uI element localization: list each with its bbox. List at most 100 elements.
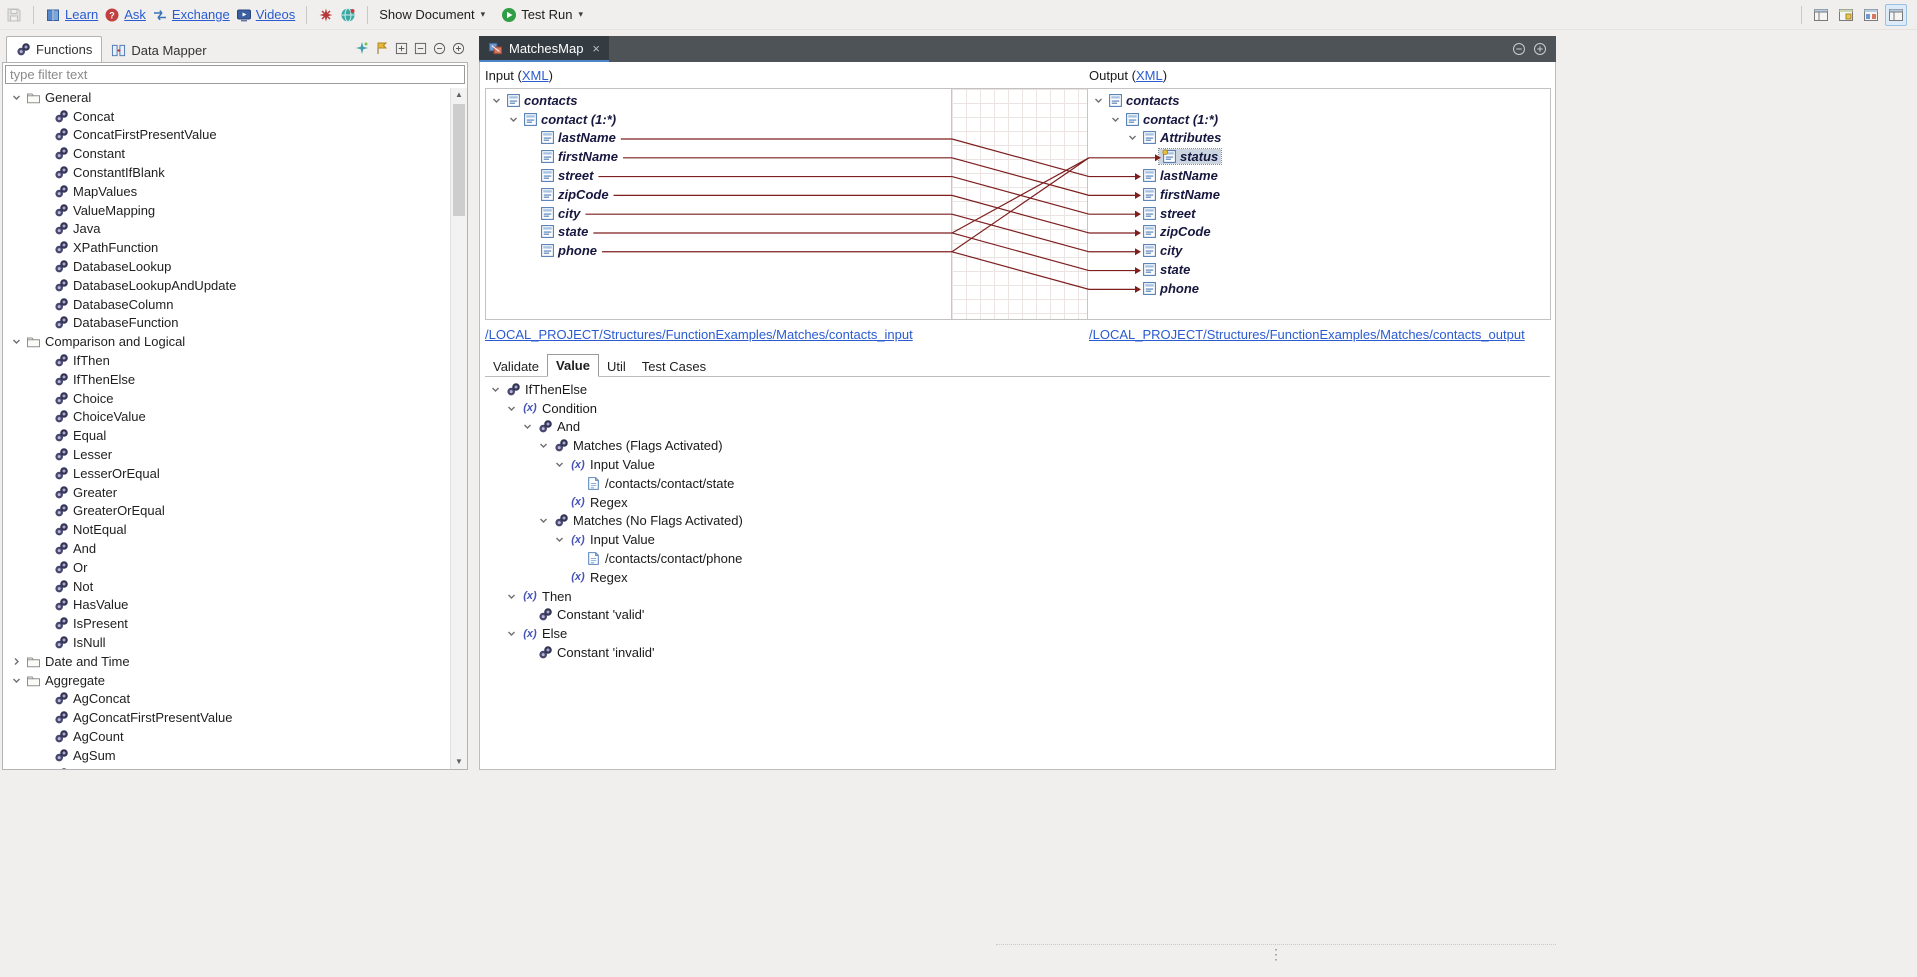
expand-all-icon[interactable] bbox=[395, 42, 408, 55]
function-item[interactable]: IfThenElse bbox=[3, 370, 450, 389]
value-tree-row[interactable]: Constant 'valid' bbox=[485, 606, 1553, 625]
test-run-label[interactable]: Test Run bbox=[521, 7, 572, 22]
function-item[interactable]: AgSum bbox=[3, 746, 450, 765]
videos-link-label[interactable]: Videos bbox=[256, 7, 296, 22]
schema-node[interactable]: phone bbox=[486, 241, 951, 260]
function-item[interactable]: Not bbox=[3, 577, 450, 596]
mapping-canvas[interactable] bbox=[951, 89, 1088, 319]
schema-node[interactable]: zipCode bbox=[1088, 223, 1550, 242]
close-icon[interactable]: × bbox=[592, 41, 600, 56]
function-item[interactable]: Choice bbox=[3, 389, 450, 408]
value-tree-row[interactable]: (x)Else bbox=[485, 624, 1553, 643]
maximize-icon[interactable] bbox=[1533, 42, 1547, 56]
chevron-icon[interactable] bbox=[508, 114, 519, 125]
value-tree-row[interactable]: (x)Input Value bbox=[485, 455, 1553, 474]
chevron-icon[interactable] bbox=[1093, 95, 1104, 106]
chevron-icon[interactable] bbox=[538, 440, 549, 451]
schema-node[interactable]: street bbox=[486, 166, 951, 185]
current-perspective-button[interactable] bbox=[1885, 4, 1907, 26]
collapse-all-icon[interactable] bbox=[414, 42, 427, 55]
input-xml-link[interactable]: XML bbox=[522, 68, 549, 83]
function-item[interactable]: ChoiceValue bbox=[3, 408, 450, 427]
test-run-button[interactable]: Test Run ▾ bbox=[501, 7, 583, 23]
scroll-up-icon[interactable]: ▲ bbox=[451, 89, 467, 101]
chevron-down-icon[interactable]: ▾ bbox=[481, 9, 486, 20]
tab-functions[interactable]: Functions bbox=[6, 36, 102, 62]
save-icon[interactable] bbox=[6, 7, 22, 23]
filter-input[interactable] bbox=[5, 65, 465, 84]
chevron-icon[interactable] bbox=[554, 459, 565, 470]
function-item[interactable]: Java bbox=[3, 220, 450, 239]
chevron-down-icon[interactable]: ▾ bbox=[579, 9, 584, 20]
schema-node[interactable]: state bbox=[486, 223, 951, 242]
input-structure-link[interactable]: /LOCAL_PROJECT/Structures/FunctionExampl… bbox=[485, 327, 913, 342]
function-item[interactable] bbox=[3, 765, 450, 769]
function-item[interactable]: AgConcat bbox=[3, 690, 450, 709]
chevron-icon[interactable] bbox=[11, 92, 22, 103]
ask-link-label[interactable]: Ask bbox=[124, 7, 146, 22]
function-item[interactable]: DatabaseLookupAndUpdate bbox=[3, 276, 450, 295]
output-xml-link[interactable]: XML bbox=[1136, 68, 1163, 83]
function-item[interactable]: DatabaseColumn bbox=[3, 295, 450, 314]
tab-matchesmap[interactable]: MatchesMap × bbox=[479, 36, 609, 62]
mapping-perspective-button[interactable] bbox=[1860, 4, 1882, 26]
scrollbar-thumb[interactable] bbox=[453, 104, 465, 216]
function-item[interactable]: IfThen bbox=[3, 351, 450, 370]
minimize-icon[interactable] bbox=[433, 42, 446, 55]
function-item[interactable]: DatabaseLookup bbox=[3, 257, 450, 276]
schema-node[interactable]: firstName bbox=[1088, 185, 1550, 204]
show-document-label[interactable]: Show Document bbox=[379, 7, 474, 22]
red-asterisk-icon[interactable] bbox=[318, 7, 334, 23]
schema-node[interactable]: lastName bbox=[1088, 166, 1550, 185]
open-perspective-button[interactable] bbox=[1810, 4, 1832, 26]
chevron-icon[interactable] bbox=[506, 591, 517, 602]
value-tree-row[interactable]: (x)Regex bbox=[485, 493, 1553, 512]
schema-node[interactable]: contacts bbox=[486, 91, 951, 110]
value-tree-row[interactable]: And bbox=[485, 418, 1553, 437]
globe-icon[interactable] bbox=[340, 7, 356, 23]
function-item[interactable]: IsPresent bbox=[3, 614, 450, 633]
function-item[interactable]: Concat bbox=[3, 107, 450, 126]
tab-test-cases[interactable]: Test Cases bbox=[634, 356, 714, 377]
flag-icon[interactable] bbox=[375, 41, 389, 55]
chevron-icon[interactable] bbox=[554, 534, 565, 545]
tab-data-mapper[interactable]: Data Mapper bbox=[102, 38, 215, 62]
function-item[interactable]: AgCount bbox=[3, 727, 450, 746]
schema-node[interactable]: phone bbox=[1088, 279, 1550, 298]
function-item[interactable]: Or bbox=[3, 558, 450, 577]
chevron-icon[interactable] bbox=[1127, 132, 1138, 143]
chevron-icon[interactable] bbox=[11, 675, 22, 686]
function-item[interactable]: NotEqual bbox=[3, 520, 450, 539]
resource-perspective-button[interactable] bbox=[1835, 4, 1857, 26]
exchange-link-label[interactable]: Exchange bbox=[172, 7, 230, 22]
schema-node[interactable]: contacts bbox=[1088, 91, 1550, 110]
function-item[interactable]: And bbox=[3, 539, 450, 558]
value-tree-row[interactable]: Constant 'invalid' bbox=[485, 643, 1553, 662]
function-item[interactable]: GreaterOrEqual bbox=[3, 502, 450, 521]
chevron-icon[interactable] bbox=[506, 403, 517, 414]
schema-node[interactable]: city bbox=[486, 204, 951, 223]
schema-node[interactable]: firstName bbox=[486, 147, 951, 166]
minimize-icon[interactable] bbox=[1512, 42, 1526, 56]
function-item[interactable]: ConcatFirstPresentValue bbox=[3, 126, 450, 145]
function-item[interactable]: ValueMapping bbox=[3, 201, 450, 220]
chevron-icon[interactable] bbox=[490, 384, 501, 395]
tab-util[interactable]: Util bbox=[599, 356, 634, 377]
schema-node[interactable]: Attributes bbox=[1088, 129, 1550, 148]
function-item[interactable]: Constant bbox=[3, 144, 450, 163]
tab-validate[interactable]: Validate bbox=[485, 356, 547, 377]
chevron-icon[interactable] bbox=[522, 421, 533, 432]
tree-group-row[interactable]: Comparison and Logical bbox=[3, 332, 450, 351]
function-item[interactable]: LesserOrEqual bbox=[3, 464, 450, 483]
function-item[interactable]: Lesser bbox=[3, 445, 450, 464]
schema-node[interactable]: contact (1:*) bbox=[486, 110, 951, 129]
schema-node[interactable]: street bbox=[1088, 204, 1550, 223]
value-tree-row[interactable]: IfThenElse bbox=[485, 380, 1553, 399]
learn-link[interactable]: Learn bbox=[45, 7, 98, 23]
tab-value[interactable]: Value bbox=[547, 354, 599, 377]
value-tree-row[interactable]: Matches (Flags Activated) bbox=[485, 436, 1553, 455]
exchange-link[interactable]: Exchange bbox=[152, 7, 230, 23]
function-item[interactable]: AgConcatFirstPresentValue bbox=[3, 708, 450, 727]
function-item[interactable]: Equal bbox=[3, 426, 450, 445]
schema-node[interactable]: lastName bbox=[486, 129, 951, 148]
